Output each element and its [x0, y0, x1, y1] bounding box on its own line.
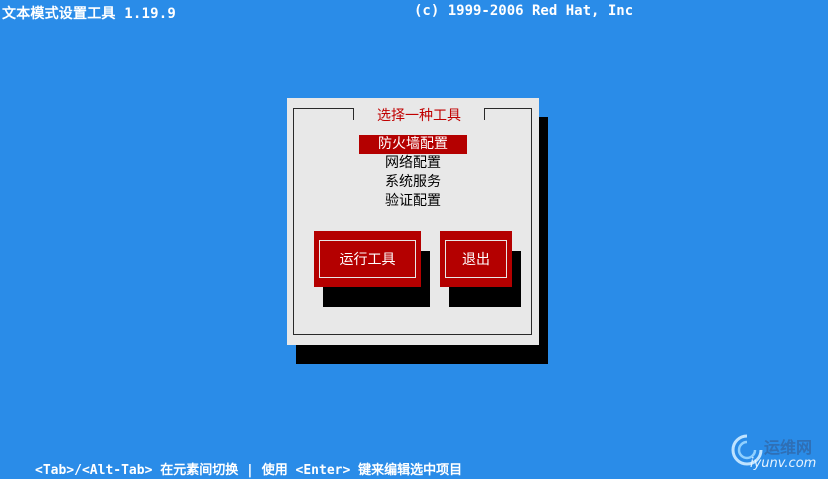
- tool-item-network[interactable]: 网络配置: [359, 154, 467, 173]
- keyboard-hint: <Tab>/<Alt-Tab> 在元素间切换 | 使用 <Enter> 键来编辑…: [35, 463, 463, 478]
- tool-item-authentication[interactable]: 验证配置: [359, 192, 467, 211]
- tool-item-services[interactable]: 系统服务: [359, 173, 467, 192]
- tool-item-firewall[interactable]: 防火墙配置: [359, 135, 467, 154]
- tool-list: 防火墙配置 网络配置 系统服务 验证配置: [359, 135, 467, 211]
- run-tool-button[interactable]: 运行工具: [314, 231, 421, 287]
- quit-button-label: 退出: [445, 240, 507, 278]
- window-title: 文本模式设置工具 1.19.9: [2, 6, 177, 22]
- run-tool-button-label: 运行工具: [319, 240, 416, 278]
- watermark-en: iyunv.com: [750, 456, 817, 471]
- copyright-text: (c) 1999-2006 Red Hat, Inc: [414, 3, 634, 19]
- tool-select-dialog: 选择一种工具 防火墙配置 网络配置 系统服务 验证配置 运行工具 退出: [287, 98, 539, 345]
- quit-button[interactable]: 退出: [440, 231, 512, 287]
- dialog-title: 选择一种工具: [353, 108, 485, 126]
- site-watermark: 运维网 iyunv.com: [728, 431, 828, 477]
- watermark-cn: 运维网: [764, 438, 813, 457]
